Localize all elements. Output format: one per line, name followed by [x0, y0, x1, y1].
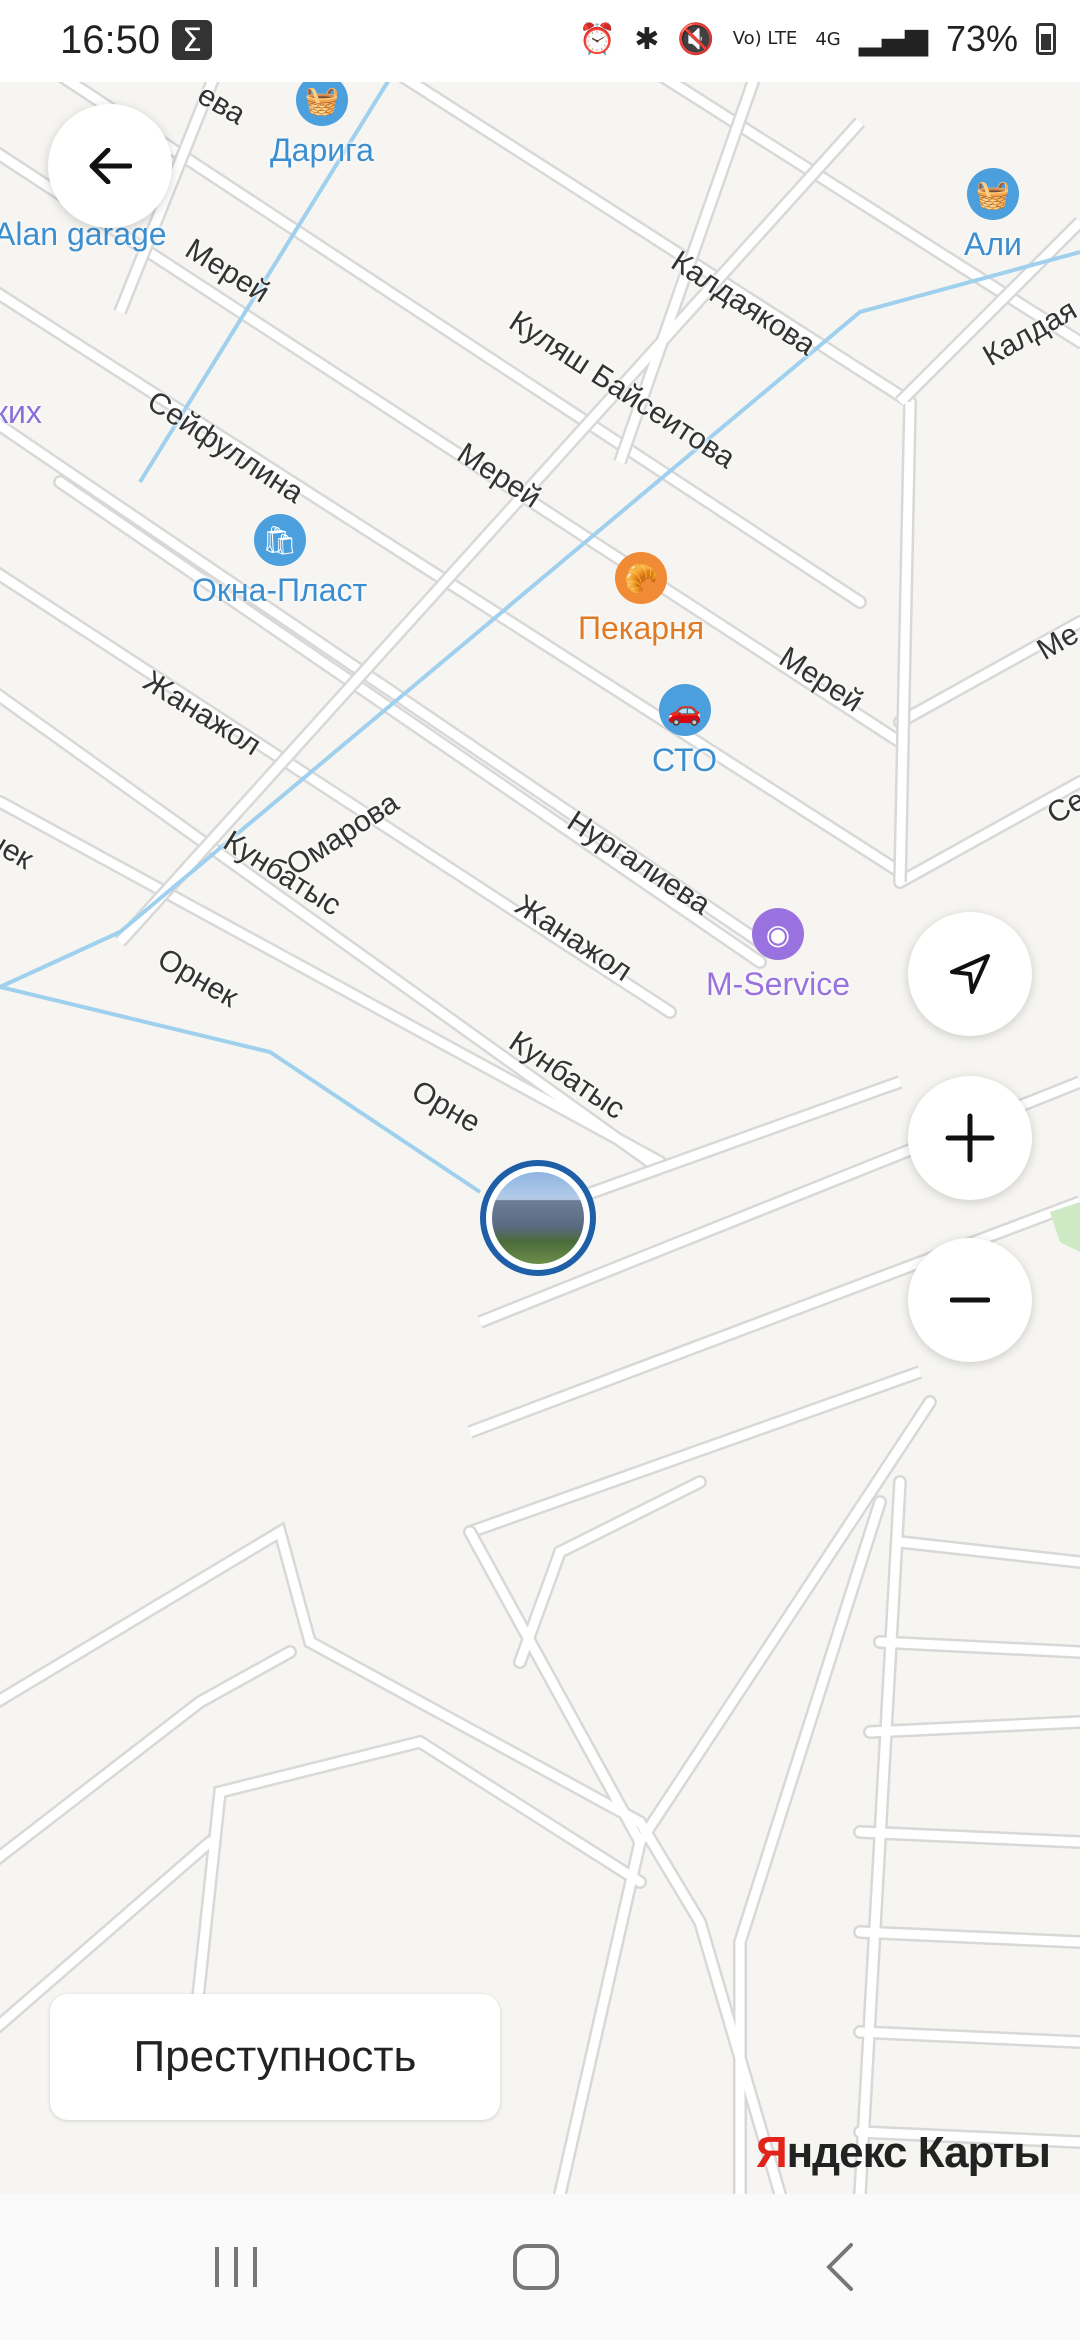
signal-icon: ▂▄▆: [858, 21, 928, 57]
poi-partial[interactable]: ких: [0, 394, 42, 431]
poi-okna-plast[interactable]: 🛍 Окна-Пласт: [192, 514, 367, 609]
sigma-app-icon: Σ: [172, 20, 212, 60]
chevron-left-icon: [826, 2243, 853, 2291]
crime-layer-button[interactable]: Преступность: [50, 1994, 500, 2120]
basket-icon: 🧺: [295, 82, 348, 126]
volte-icon: Vo) LTE: [732, 28, 798, 49]
recent-apps-button[interactable]: [146, 2194, 326, 2340]
circle-dot-icon: ◉: [752, 908, 804, 960]
back-button[interactable]: [48, 104, 172, 228]
navigation-arrow-icon: [950, 954, 990, 994]
shopping-bag-icon: 🛍: [253, 514, 306, 566]
photo-marker[interactable]: [480, 1160, 596, 1276]
poi-label: СТО: [652, 742, 718, 778]
car-icon: 🚗: [658, 684, 711, 736]
zoom-out-button[interactable]: [908, 1238, 1032, 1362]
brand-y: Я: [755, 2128, 788, 2177]
battery-percent: 73%: [945, 18, 1018, 59]
poi-m-service[interactable]: ◉ M-Service: [706, 908, 850, 1003]
network-4g-icon: 4G: [815, 28, 841, 50]
poi-label: Али: [964, 226, 1022, 262]
poi-label: Пекарня: [578, 610, 705, 646]
poi-bakery[interactable]: 🥐 Пекарня: [578, 552, 704, 647]
poi-dariga[interactable]: 🧺 Дарига: [270, 82, 374, 169]
system-icons: ⏰ ✱ 🔇 Vo) LTE 4G ▂▄▆ 73%: [579, 18, 1056, 60]
back-nav-button[interactable]: [750, 2194, 930, 2340]
locate-me-button[interactable]: [908, 912, 1032, 1036]
home-icon: [513, 2244, 559, 2290]
poi-label: ких: [0, 394, 42, 430]
poi-label: Дарига: [270, 132, 374, 168]
bluetooth-icon: ✱: [634, 21, 660, 57]
yandex-maps-logo: Яндекс Карты: [755, 2128, 1051, 2178]
battery-icon: [1036, 23, 1056, 55]
brand-rest: ндекс Карты: [786, 2128, 1051, 2177]
bakery-icon: 🥐: [615, 552, 668, 604]
home-button[interactable]: [446, 2194, 626, 2340]
plus-icon: [945, 1113, 995, 1163]
poi-label: M-Service: [706, 966, 851, 1002]
arrow-left-icon: [89, 148, 132, 184]
basket-icon: 🧺: [966, 168, 1019, 220]
status-time: 16:50: [60, 18, 161, 62]
zoom-in-button[interactable]: [908, 1076, 1032, 1200]
system-nav-bar: [0, 2194, 1080, 2340]
mute-icon: 🔇: [677, 21, 715, 57]
alarm-icon: ⏰: [578, 21, 617, 57]
minus-icon: [950, 1297, 990, 1303]
poi-sto[interactable]: 🚗 СТО: [652, 684, 717, 779]
status-bar: 16:50 Σ ⏰ ✱ 🔇 Vo) LTE 4G ▂▄▆ 73%: [0, 0, 1080, 82]
poi-ali[interactable]: 🧺 Али: [964, 168, 1022, 263]
recent-apps-icon: [215, 2247, 257, 2287]
poi-label: Окна-Пласт: [192, 572, 368, 608]
building-photo: [492, 1172, 584, 1264]
